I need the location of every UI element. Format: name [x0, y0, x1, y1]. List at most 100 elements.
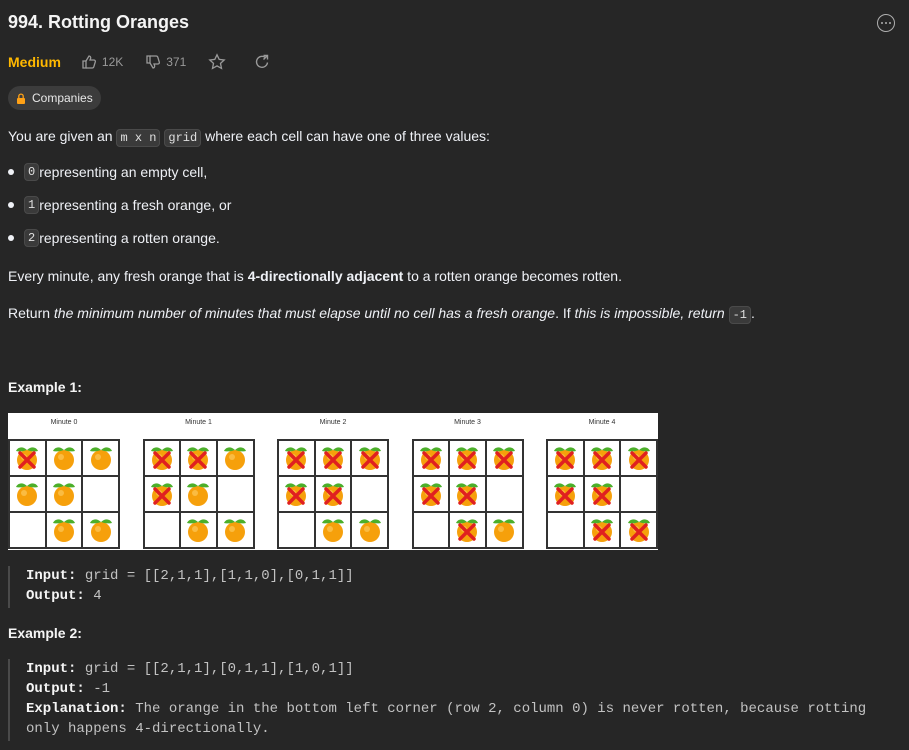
empty-cell — [216, 476, 254, 512]
input-value: grid = [[2,1,1],[0,1,1],[1,0,1]] — [76, 661, 354, 677]
rotten-orange-cell — [314, 440, 352, 476]
return-italic: the minimum number of minutes that must … — [53, 305, 556, 321]
empty-cell — [351, 476, 388, 512]
output-value: 4 — [84, 588, 102, 604]
difficulty-badge: Medium — [8, 54, 61, 70]
rotten-orange-cell — [412, 476, 450, 512]
empty-cell — [143, 512, 181, 548]
description-return: Return the minimum number of minutes tha… — [8, 303, 755, 325]
empty-cell — [620, 476, 657, 512]
rotten-orange-cell — [314, 476, 352, 512]
star-icon — [208, 53, 226, 70]
rotten-orange-cell — [9, 440, 46, 476]
share-button[interactable] — [253, 53, 276, 71]
orange-grid — [8, 439, 120, 549]
list-item: 0 representing an empty cell, — [8, 163, 207, 181]
input-value: grid = [[2,1,1],[1,1,0],[0,1,1]] — [76, 568, 354, 584]
fresh-orange-cell — [82, 512, 119, 548]
description-rule: Every minute, any fresh orange that is 4… — [8, 266, 622, 286]
list-item: 2 representing a rotten orange. — [8, 229, 220, 247]
rotten-orange-cell — [583, 476, 621, 512]
lock-icon — [17, 92, 25, 104]
orange-grid — [411, 439, 524, 549]
bullet-text: representing a rotten orange. — [39, 230, 220, 246]
rule-text: Every minute, any fresh orange that is — [8, 268, 248, 284]
fresh-orange-cell — [180, 476, 217, 512]
problem-meta: Medium 12K 371 — [8, 52, 298, 72]
return-text: . If — [555, 305, 575, 321]
fresh-orange-cell — [180, 512, 217, 548]
fresh-orange-cell — [45, 476, 83, 512]
fresh-orange-cell — [45, 440, 83, 476]
rotten-orange-cell — [547, 440, 584, 476]
inline-code: 2 — [24, 229, 40, 247]
orange-grid — [142, 439, 255, 549]
description-intro: You are given an m x n grid where each c… — [8, 126, 490, 148]
rotten-orange-cell — [143, 440, 181, 476]
fresh-orange-cell — [9, 476, 46, 512]
orange-grid — [277, 439, 389, 549]
example-1-block: Input: grid = [[2,1,1],[1,1,0],[0,1,1]] … — [8, 566, 354, 608]
fresh-orange-cell — [485, 512, 523, 548]
fresh-orange-cell — [216, 512, 254, 548]
rotten-orange-cell — [620, 440, 657, 476]
rotten-orange-cell — [620, 512, 657, 548]
rotten-orange-cell — [278, 476, 315, 512]
minute-label: Minute 1 — [185, 419, 212, 426]
rotten-orange-cell — [180, 440, 217, 476]
bullet-dot — [8, 235, 14, 241]
rotten-orange-cell — [485, 440, 523, 476]
thumbs-up-icon — [82, 55, 96, 69]
rotten-orange-cell — [351, 440, 388, 476]
more-options-icon[interactable] — [877, 14, 895, 32]
return-text: . — [751, 305, 755, 321]
explanation-label: Explanation: — [26, 701, 127, 717]
like-button[interactable]: 12K — [81, 54, 123, 70]
companies-label: Companies — [32, 91, 93, 105]
input-label: Input: — [26, 661, 77, 677]
minute-label: Minute 4 — [588, 419, 616, 426]
example-1-heading: Example 1: — [8, 379, 82, 395]
rule-bold: 4-directionally adjacent — [247, 268, 404, 284]
thumbs-down-icon — [146, 55, 161, 69]
empty-cell — [547, 512, 584, 548]
minute-label: Minute 0 — [50, 419, 78, 426]
rotten-orange-cell — [449, 512, 486, 548]
orange-grid — [546, 439, 658, 549]
like-count: 12K — [101, 55, 124, 69]
rotten-orange-cell — [449, 476, 486, 512]
example-2-block: Input: grid = [[2,1,1],[0,1,1],[1,0,1]] … — [8, 659, 866, 741]
example-2-heading: Example 2: — [8, 625, 82, 641]
bullet-text: representing a fresh orange, or — [39, 197, 232, 213]
bullet-dot — [8, 202, 14, 208]
rotten-orange-cell — [547, 476, 584, 512]
fresh-orange-cell — [45, 512, 83, 548]
dislike-button[interactable]: 371 — [145, 54, 186, 70]
fresh-orange-cell — [351, 512, 388, 548]
bullet-dot — [8, 169, 14, 175]
explanation-text: The orange in the bottom left corner (ro… — [126, 701, 867, 717]
inline-code: m x n — [116, 129, 161, 147]
explanation-text: only happens 4-directionally. — [26, 721, 270, 737]
output-label: Output: — [26, 588, 85, 604]
inline-code: grid — [164, 129, 202, 147]
favorite-button[interactable] — [208, 53, 231, 71]
empty-cell — [412, 512, 450, 548]
rotten-orange-cell — [278, 440, 315, 476]
dislike-count: 371 — [166, 55, 187, 69]
minute-label: Minute 3 — [454, 419, 481, 426]
inline-code: 1 — [24, 196, 40, 214]
output-label: Output: — [26, 681, 85, 697]
rotten-orange-cell — [449, 440, 486, 476]
return-italic: this is impossible, return — [574, 305, 725, 321]
rotten-orange-cell — [412, 440, 450, 476]
rule-text: to a rotten orange becomes rotten. — [403, 268, 622, 284]
share-icon — [256, 54, 269, 68]
rotten-orange-cell — [143, 476, 181, 512]
intro-text: You are given an — [8, 128, 117, 144]
empty-cell — [485, 476, 523, 512]
companies-chip[interactable]: Companies — [8, 86, 101, 110]
return-text: Return — [8, 305, 54, 321]
bullet-text: representing an empty cell, — [39, 164, 208, 180]
output-value: -1 — [84, 681, 111, 697]
